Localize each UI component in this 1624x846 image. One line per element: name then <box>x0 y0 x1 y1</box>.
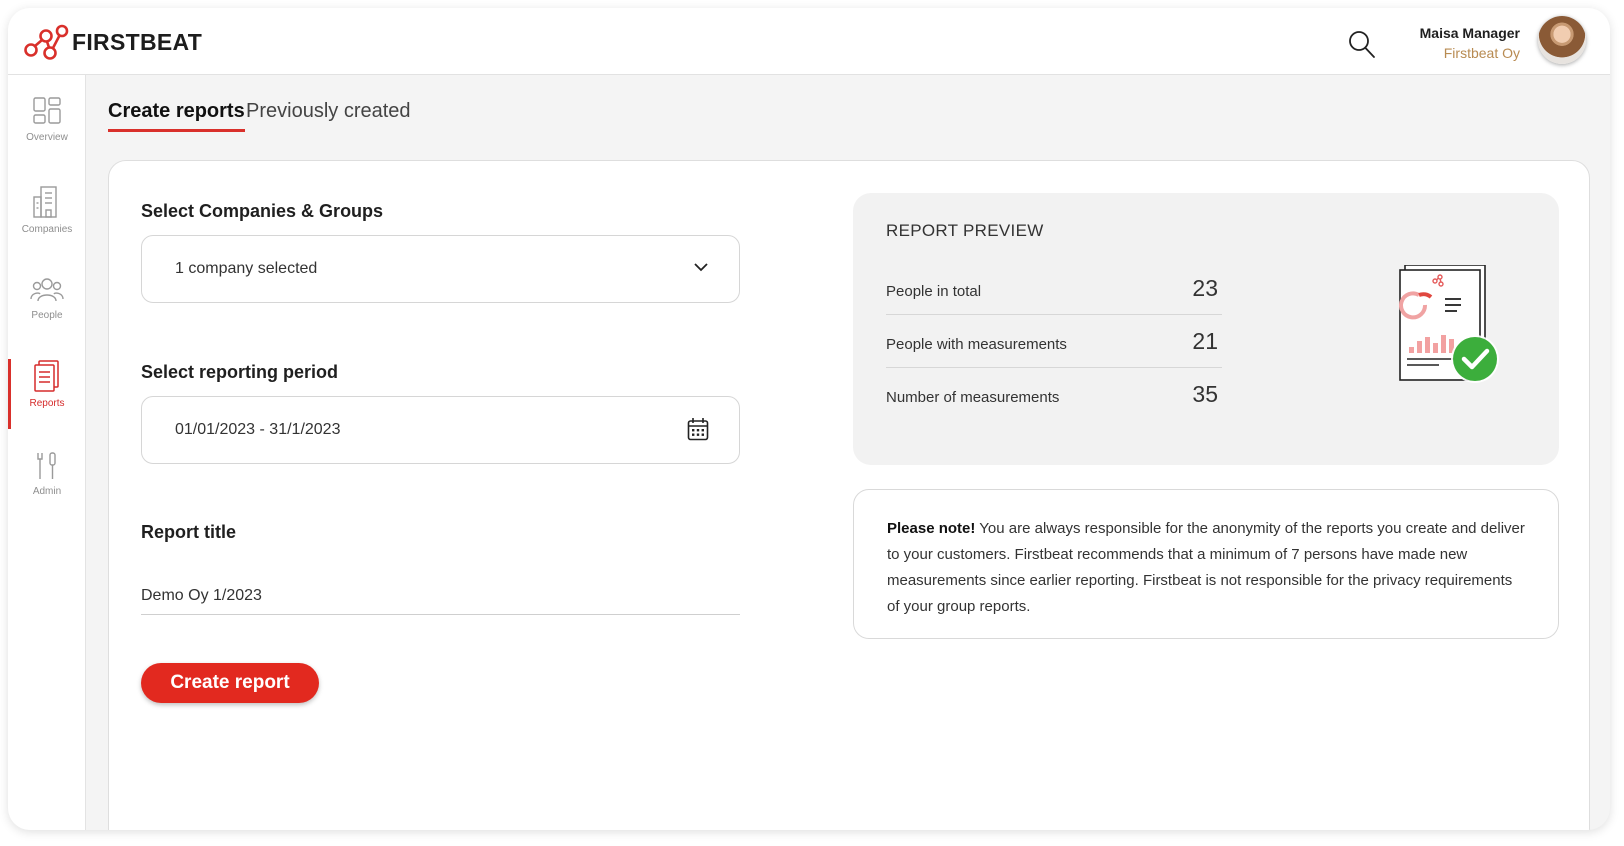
report-title-label: Report title <box>141 522 237 542</box>
create-report-button[interactable]: Create report <box>141 663 319 703</box>
user-info[interactable]: Maisa Manager Firstbeat Oy <box>1420 25 1520 61</box>
stat-value: 35 <box>1192 381 1218 407</box>
companies-select-value: 1 company selected <box>175 260 318 277</box>
active-indicator <box>8 359 11 429</box>
tools-icon <box>37 452 56 479</box>
companies-label: Select Companies & Groups <box>141 201 384 221</box>
privacy-note: Please note! You are always responsible … <box>853 489 1559 639</box>
companies-select[interactable]: 1 company selected <box>141 235 740 303</box>
stat-label: People in total <box>886 283 982 300</box>
stat-value: 21 <box>1192 328 1218 354</box>
sidebar-item-label: Admin <box>32 486 62 497</box>
report-check-icon <box>1399 264 1499 383</box>
period-label: Select reporting period <box>141 362 339 382</box>
sidebar-item-people[interactable]: People <box>8 275 86 345</box>
sidebar: Overview Companies People Reports Admin <box>8 75 86 830</box>
stat-row-people-measurements: People with measurements 21 <box>886 314 1222 368</box>
logo-icon <box>24 24 69 60</box>
stat-row-people-total: People in total 23 <box>886 261 1222 315</box>
user-company: Firstbeat Oy <box>1443 45 1520 61</box>
sidebar-item-label: Companies <box>21 224 73 235</box>
dashboard-icon <box>33 97 61 124</box>
tab-create-reports[interactable]: Create reports <box>108 100 245 132</box>
brand-name: FIRSTBEAT <box>72 28 203 55</box>
report-icon <box>34 360 59 392</box>
report-title-input[interactable] <box>141 581 740 615</box>
search-button[interactable] <box>1348 30 1376 60</box>
stat-row-measurements-count: Number of measurements 35 <box>886 367 1222 421</box>
user-name: Maisa Manager <box>1419 25 1520 41</box>
report-ready-illustration <box>1399 264 1503 394</box>
sidebar-item-label: Reports <box>29 398 65 409</box>
tab-previously-created[interactable]: Previously created <box>246 100 411 129</box>
top-bar: FIRSTBEAT Maisa Manager Firstbeat Oy <box>8 8 1610 75</box>
sidebar-item-reports[interactable]: Reports <box>8 359 86 429</box>
stat-value: 23 <box>1192 275 1218 301</box>
sidebar-item-admin[interactable]: Admin <box>8 451 86 521</box>
chevron-down-icon <box>693 260 709 278</box>
sidebar-item-companies[interactable]: Companies <box>8 185 86 255</box>
people-icon <box>30 278 64 302</box>
note-text: Please note! You are always responsible … <box>887 516 1527 620</box>
search-icon <box>1349 31 1375 58</box>
note-body: You are always responsible for the anony… <box>887 520 1525 615</box>
period-date-picker[interactable]: 01/01/2023 - 31/1/2023 <box>141 396 740 464</box>
note-bold: Please note! <box>887 520 976 537</box>
sidebar-item-label: People <box>31 310 63 321</box>
calendar-icon[interactable] <box>687 417 709 446</box>
sidebar-item-overview[interactable]: Overview <box>8 97 86 167</box>
report-preview-title: REPORT PREVIEW <box>886 221 1044 240</box>
avatar[interactable] <box>1538 16 1586 64</box>
stat-label: People with measurements <box>886 336 1067 353</box>
building-icon <box>33 186 57 218</box>
stat-label: Number of measurements <box>886 389 1060 406</box>
report-preview-panel: REPORT PREVIEW People in total 23 People… <box>853 193 1559 465</box>
sidebar-item-label: Overview <box>26 132 68 143</box>
firstbeat-logo[interactable]: FIRSTBEAT <box>24 24 202 60</box>
app-window: FIRSTBEAT Maisa Manager Firstbeat Oy Ove… <box>8 8 1610 830</box>
period-value: 01/01/2023 - 31/1/2023 <box>175 421 341 438</box>
create-report-card: Select Companies & Groups 1 company sele… <box>108 160 1590 830</box>
